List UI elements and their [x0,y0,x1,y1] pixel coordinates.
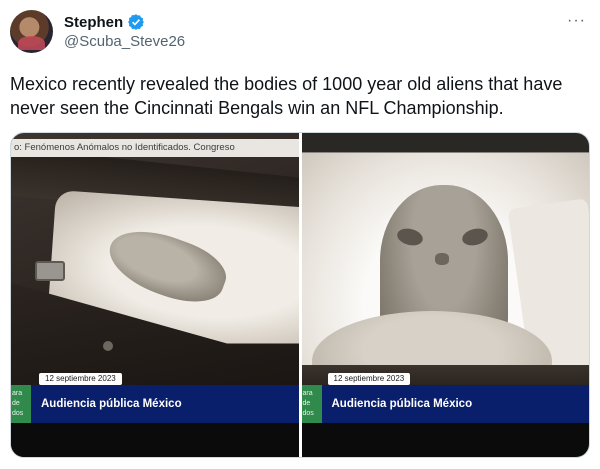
tweet-media[interactable]: o: Fenómenos Anómalos no Identificados. … [10,132,590,458]
side-tag-line: de [12,400,20,407]
author-display-name[interactable]: Stephen [64,14,123,31]
author-name-row: Stephen [64,13,145,31]
side-tag-line: dos [302,410,314,417]
coffin-latch [35,261,65,281]
side-tag-line: dos [12,410,24,417]
verified-badge-icon [127,13,145,31]
author-handle[interactable]: @Scuba_Steve26 [64,33,185,50]
coffin-hinge [103,341,113,351]
lower-third-headline: Audiencia pública México [331,398,473,410]
channel-side-tag: ara de dos [11,385,31,423]
date-label: 12 septiembre 2023 [327,373,411,385]
side-tag-line: de [302,400,311,407]
lower-third-headline: Audiencia pública México [41,398,182,410]
media-image-left[interactable]: o: Fenómenos Anómalos no Identificados. … [11,133,299,457]
more-options-icon[interactable]: ··· [567,12,586,30]
news-crawl-text: o: Fenómenos Anómalos no Identificados. … [11,139,299,157]
date-label: 12 septiembre 2023 [39,373,122,385]
avatar-image [18,36,45,50]
author-avatar[interactable] [10,10,53,53]
side-tag-line: ara [302,390,313,397]
side-tag-line: ara [12,390,23,397]
media-image-right[interactable]: 12 septiembre 2023 ara de dos Audiencia … [301,133,589,457]
skull-nose [434,253,449,265]
tweet-text: Mexico recently revealed the bodies of 1… [10,74,563,118]
video-bottom-band [301,423,589,457]
channel-side-tag: ara de dos [301,385,322,423]
video-bottom-band [11,423,299,457]
